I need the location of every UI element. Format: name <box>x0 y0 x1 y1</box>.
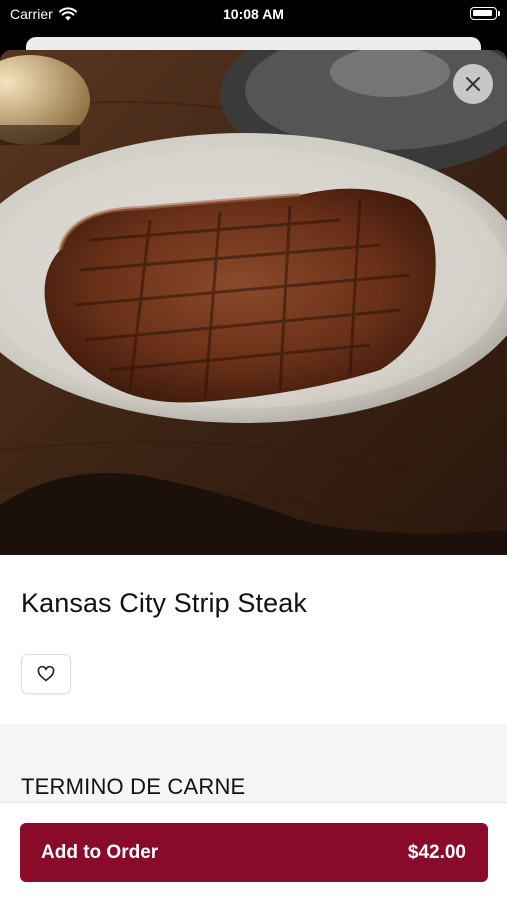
options-section: TERMINO DE CARNE <box>0 724 507 804</box>
item-detail-sheet: Kansas City Strip Steak TERMINO DE CARNE… <box>0 50 507 900</box>
order-price: $42.00 <box>407 841 466 863</box>
status-time: 10:08 AM <box>223 6 284 22</box>
close-button[interactable] <box>453 64 493 104</box>
item-title: Kansas City Strip Steak <box>21 588 307 618</box>
favorite-button[interactable] <box>21 654 71 694</box>
order-footer: Add to Order $42.00 <box>0 802 507 900</box>
heart-icon <box>37 666 55 682</box>
battery-icon <box>470 7 500 20</box>
add-to-order-button[interactable]: Add to Order $42.00 <box>20 823 488 882</box>
status-bar: Carrier 10:08 AM <box>0 0 507 30</box>
close-icon <box>466 77 480 91</box>
add-to-order-label: Add to Order <box>41 841 159 863</box>
item-photo <box>0 50 507 555</box>
options-section-title: TERMINO DE CARNE <box>21 774 246 799</box>
